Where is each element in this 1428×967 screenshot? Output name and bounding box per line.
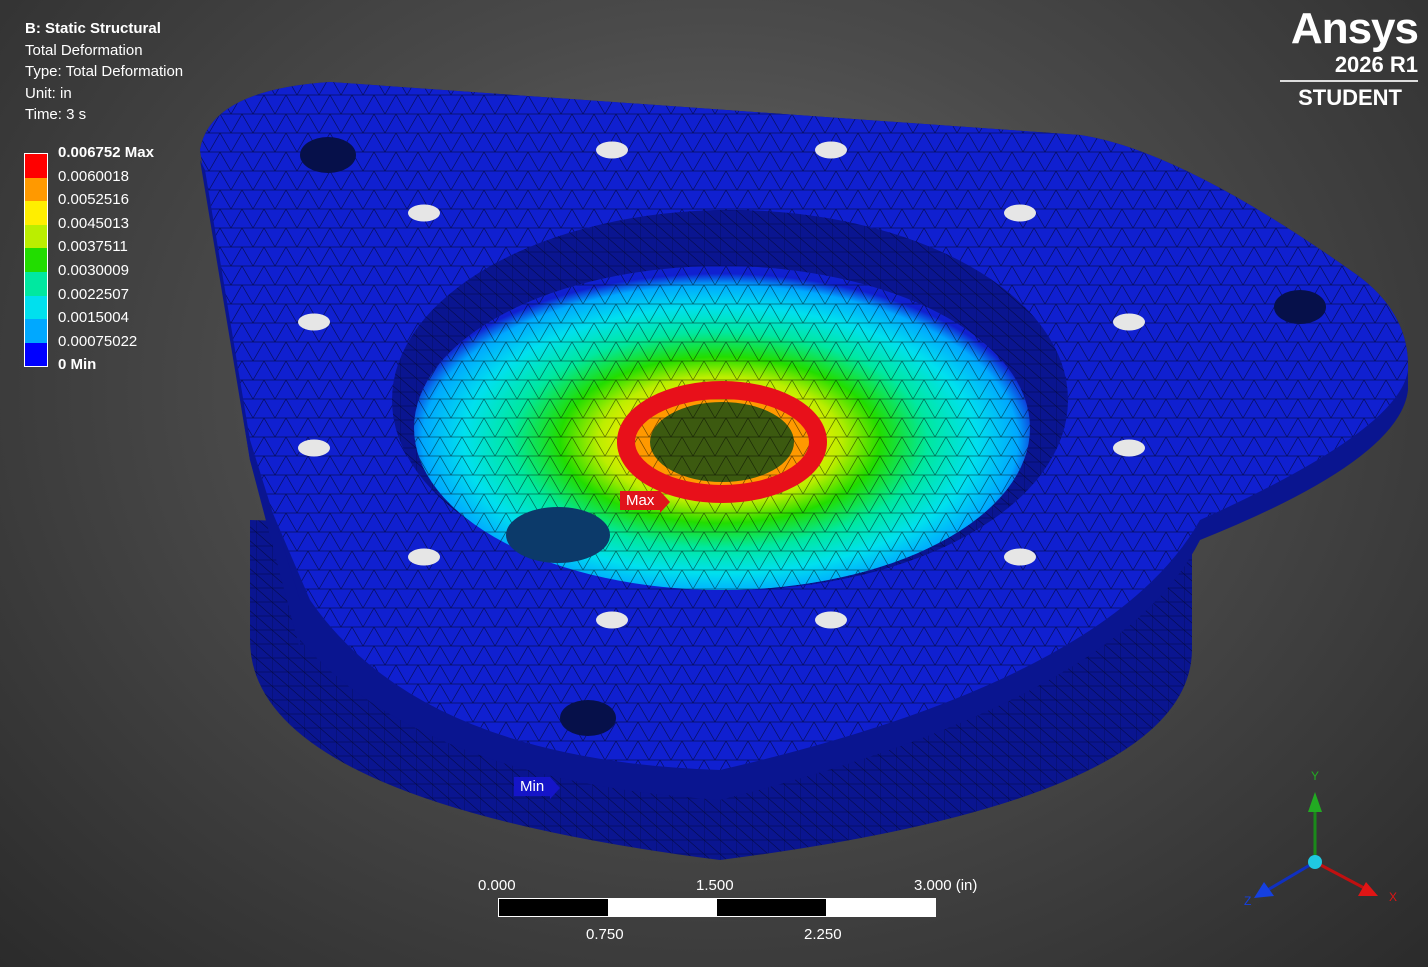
scale-label-3: 2.250 <box>804 926 842 943</box>
result-name: Total Deformation <box>25 41 143 59</box>
result-type: Type: Total Deformation <box>25 63 184 80</box>
ansys-logo: Ansys 2026 R1 STUDENT <box>1280 4 1419 110</box>
max-probe-label[interactable]: Max <box>620 491 671 513</box>
scale-bar-graphic <box>498 898 936 917</box>
legend-swatch <box>25 271 47 296</box>
model-recess <box>392 210 1068 590</box>
legend-swatch <box>25 319 47 343</box>
legend-swatch <box>25 295 47 320</box>
legend-label: 0.0052516 <box>58 191 129 209</box>
legend-swatch <box>25 342 47 367</box>
logo-version: 2026 R1 <box>1334 52 1418 77</box>
legend-label: 0 Min <box>58 356 97 374</box>
legend-label: 0.0045013 <box>58 214 129 232</box>
legend-swatch <box>25 177 47 202</box>
y-axis-arrow <box>1308 792 1322 812</box>
3d-viewport[interactable] <box>0 0 1428 967</box>
z-axis-arrow <box>1254 882 1274 898</box>
legend-label: 0.0060018 <box>58 167 129 185</box>
legend-swatch <box>25 224 47 249</box>
legend-swatch <box>25 201 47 225</box>
legend-label: 0.0030009 <box>58 262 129 279</box>
x-axis-arrow <box>1358 882 1378 896</box>
result-time: Time: 3 s <box>25 106 87 123</box>
axis-triad[interactable]: Y X Z <box>1240 762 1420 922</box>
legend-label: 0.0022507 <box>58 285 129 303</box>
legend-label: 0.0037511 <box>58 238 128 256</box>
result-info: B: Static Structural Total Deformation T… <box>25 18 183 126</box>
legend-color-bar <box>24 153 48 368</box>
legend-swatch <box>25 154 47 178</box>
result-unit: Unit: in <box>25 84 72 102</box>
min-probe-label[interactable]: Min <box>514 777 561 799</box>
legend-label: 0.0015004 <box>58 309 129 327</box>
x-axis-line <box>1314 860 1367 891</box>
legend-label: 0.006752 Max <box>58 144 154 161</box>
logo-edition: STUDENT <box>1298 85 1402 110</box>
scale-label-2: 1.500 <box>696 877 734 894</box>
scale-label-0: 0.000 <box>478 877 516 894</box>
analysis-title: B: Static Structural <box>25 20 161 37</box>
scale-label-4: 3.000 (in) <box>914 877 978 894</box>
legend-label: 0.00075022 <box>58 332 138 350</box>
y-axis-label: Y <box>1311 769 1319 783</box>
z-axis-line <box>1265 860 1316 893</box>
logo-brand: Ansys <box>1290 4 1419 53</box>
scale-label-1: 0.750 <box>586 926 624 943</box>
scale-bar: 0.000 1.500 3.000 (in) 0.750 2.250 <box>460 875 1000 955</box>
triad-origin <box>1308 855 1322 869</box>
z-axis-label: Z <box>1244 894 1251 908</box>
legend-swatch <box>25 248 47 272</box>
logo-divider <box>1280 80 1418 82</box>
x-axis-label: X <box>1389 890 1397 904</box>
